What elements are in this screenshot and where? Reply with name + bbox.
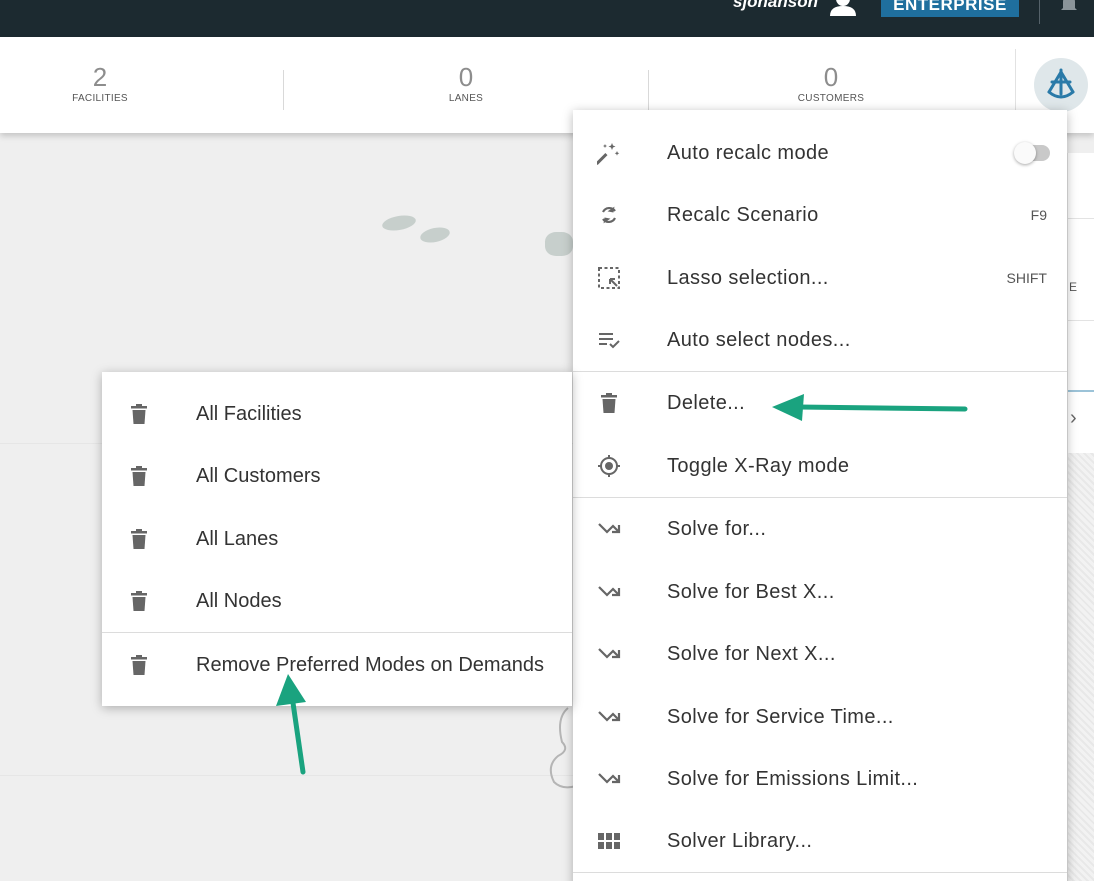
menu-item-label: Solve for Next X... xyxy=(667,642,836,665)
stat-value: 0 xyxy=(823,62,839,92)
submenu-item-label: All Facilities xyxy=(196,402,302,425)
top-bar: sjohanson ENTERPRISE xyxy=(0,0,1094,37)
auto-recalc-toggle[interactable] xyxy=(1014,142,1050,164)
topbar-divider xyxy=(1039,0,1040,24)
menu-item-solve-for[interactable]: Solve for... xyxy=(573,498,1067,560)
menu-item-solve-best-x[interactable]: Solve for Best X... xyxy=(573,561,1067,623)
trash-icon xyxy=(126,463,152,489)
map-land xyxy=(545,232,573,256)
menu-separator xyxy=(573,872,1067,873)
chevron-right-icon[interactable]: › xyxy=(1070,407,1077,430)
sextant-logo-icon[interactable] xyxy=(1034,58,1088,112)
submenu-separator xyxy=(102,632,572,633)
submenu-item-all-facilities[interactable]: All Facilities xyxy=(102,383,572,445)
stat-customers[interactable]: 0 CUSTOMERS xyxy=(786,63,876,104)
stat-divider xyxy=(648,70,649,110)
submenu-item-remove-preferred-modes[interactable]: Remove Preferred Modes on Demands xyxy=(102,634,572,696)
menu-item-lasso-selection[interactable]: Lasso selection... SHIFT xyxy=(573,247,1067,309)
menu-item-label: Auto recalc mode xyxy=(667,141,830,164)
submenu-item-all-customers[interactable]: All Customers xyxy=(102,445,572,507)
playlist-check-icon xyxy=(596,327,622,353)
trash-icon xyxy=(126,526,152,552)
username[interactable]: sjohanson xyxy=(733,0,818,12)
menu-item-solve-emissions-limit[interactable]: Solve for Emissions Limit... xyxy=(573,748,1067,810)
menu-item-label: Solve for... xyxy=(667,517,767,540)
annotation-arrow-right xyxy=(772,394,968,421)
hatched-area xyxy=(1068,453,1094,881)
partial-text: E xyxy=(1069,280,1078,294)
menu-item-auto-recalc[interactable]: Auto recalc mode xyxy=(573,122,1067,184)
menu-item-solve-next-x[interactable]: Solve for Next X... xyxy=(573,623,1067,685)
menu-item-toggle-xray[interactable]: Toggle X-Ray mode xyxy=(573,435,1067,497)
map-land xyxy=(418,225,452,245)
refresh-icon xyxy=(596,202,622,228)
map-land xyxy=(381,213,417,233)
trend-arrow-icon xyxy=(596,579,622,605)
menu-item-label: Solve for Best X... xyxy=(667,580,835,603)
menu-item-auto-select-nodes[interactable]: Auto select nodes... xyxy=(573,309,1067,371)
trash-icon xyxy=(126,652,152,678)
target-icon xyxy=(596,453,622,479)
trash-icon xyxy=(126,588,152,614)
stat-divider xyxy=(283,70,284,110)
submenu-item-label: Remove Preferred Modes on Demands xyxy=(196,653,544,676)
submenu-item-label: All Nodes xyxy=(196,589,282,612)
submenu-item-all-lanes[interactable]: All Lanes xyxy=(102,508,572,570)
menu-item-label: Toggle X-Ray mode xyxy=(667,454,850,477)
edition-badge: ENTERPRISE xyxy=(881,0,1019,17)
magic-wand-icon xyxy=(596,140,622,166)
menu-item-label: Solve for Service Time... xyxy=(667,705,894,728)
stat-label: FACILITIES xyxy=(72,93,128,104)
grid-icon xyxy=(596,828,622,854)
stat-value: 2 xyxy=(92,62,108,92)
right-side-panel: E › xyxy=(1067,153,1094,881)
bell-icon[interactable] xyxy=(1057,0,1081,18)
menu-item-label: Auto select nodes... xyxy=(667,328,851,351)
submenu-item-label: All Lanes xyxy=(196,527,279,550)
menu-item-solve-service-time[interactable]: Solve for Service Time... xyxy=(573,686,1067,748)
menu-item-label: Solve for Emissions Limit... xyxy=(667,767,919,790)
submenu-item-label: All Customers xyxy=(196,464,321,487)
annotation-arrow-up xyxy=(276,674,306,775)
stat-value: 0 xyxy=(458,62,474,92)
stat-label: CUSTOMERS xyxy=(797,93,865,104)
menu-item-label: Solver Library... xyxy=(667,829,813,852)
menu-item-solver-library[interactable]: Solver Library... xyxy=(573,810,1067,872)
menu-item-recalc-scenario[interactable]: Recalc Scenario F9 xyxy=(573,184,1067,246)
stat-lanes[interactable]: 0 LANES xyxy=(426,63,506,104)
submenu-item-all-nodes[interactable]: All Nodes xyxy=(102,570,572,632)
delete-submenu: All Facilities All Customers All Lanes A… xyxy=(102,372,572,706)
trend-arrow-icon xyxy=(596,641,622,667)
trash-icon xyxy=(596,390,622,416)
stat-label: LANES xyxy=(448,93,484,104)
shortcut-hint: SHIFT xyxy=(1006,270,1047,286)
scenario-actions-menu: Auto recalc mode Recalc Scenario F9 Lass… xyxy=(573,110,1067,881)
user-icon[interactable] xyxy=(829,0,857,16)
trend-arrow-icon xyxy=(596,516,622,542)
trash-icon xyxy=(126,401,152,427)
lasso-select-icon xyxy=(596,265,622,291)
shortcut-hint: F9 xyxy=(1030,207,1047,223)
stat-facilities[interactable]: 2 FACILITIES xyxy=(60,63,140,104)
menu-item-label: Lasso selection... xyxy=(667,266,829,289)
trend-arrow-icon xyxy=(596,766,622,792)
menu-item-label: Recalc Scenario xyxy=(667,203,819,226)
menu-item-label: Delete... xyxy=(667,391,746,414)
trend-arrow-icon xyxy=(596,704,622,730)
